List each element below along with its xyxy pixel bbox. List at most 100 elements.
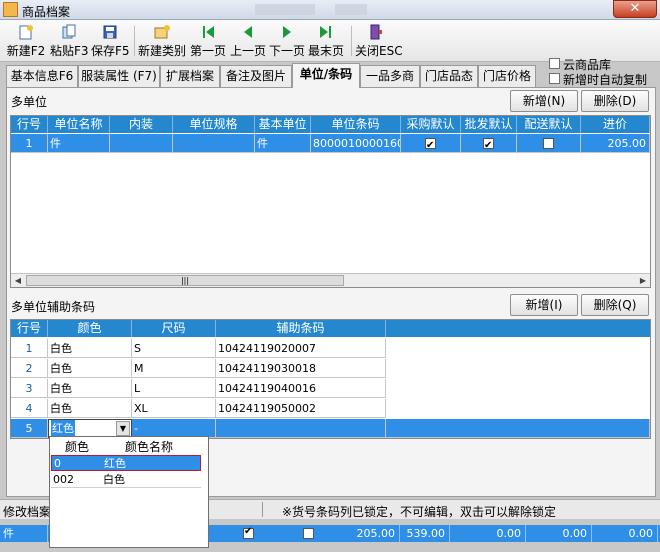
tab-apparel-attributes[interactable]: 服装属性 (F7) bbox=[78, 65, 160, 87]
aux-barcode-cell[interactable]: 10424119030018 bbox=[216, 359, 386, 378]
previous-page-icon bbox=[229, 24, 267, 42]
unit-name-cell[interactable]: 件 bbox=[48, 134, 110, 153]
background-row-checkbox-on[interactable] bbox=[243, 526, 254, 539]
tab-basic-info[interactable]: 基本信息F6 bbox=[6, 65, 78, 87]
delivery-default-cell bbox=[517, 134, 581, 153]
aux-barcode-grid: 行号 颜色 尺码 辅助条码 1 白色 S 10424119020007 2 白色… bbox=[10, 319, 651, 439]
chevron-down-icon[interactable]: ▼ bbox=[116, 421, 130, 436]
add-aux-barcode-button[interactable]: 新增(I) bbox=[510, 294, 578, 316]
color-combobox-value: 红色 bbox=[51, 420, 75, 437]
size-cell[interactable]: S bbox=[132, 339, 216, 358]
option-code: 0 bbox=[54, 457, 61, 470]
dropdown-option-red[interactable]: 0 红色 bbox=[51, 455, 201, 471]
tab-extended-archive[interactable]: 扩展档案 bbox=[160, 65, 220, 87]
aux-barcode-cell[interactable]: 10424119050002 bbox=[216, 399, 386, 418]
tab-strip: 基本信息F6 服装属性 (F7) 扩展档案 备注及图片 单位/条码 一品多商 门… bbox=[0, 63, 545, 88]
color-cell[interactable]: 白色 bbox=[48, 379, 132, 398]
first-page-button[interactable]: 第一页 bbox=[189, 24, 227, 60]
col-header-size[interactable]: 尺码 bbox=[132, 320, 216, 337]
table-row-number[interactable]: 1 bbox=[11, 134, 48, 153]
table-row-number[interactable]: 5 bbox=[11, 419, 48, 438]
next-page-icon bbox=[268, 24, 306, 42]
aux-barcode-cell[interactable]: 10424119040016 bbox=[216, 379, 386, 398]
scroll-thumb[interactable]: ||| bbox=[26, 275, 344, 286]
col-header-delivery-default[interactable]: 配送默认 bbox=[517, 116, 581, 133]
toolbar-separator bbox=[351, 26, 352, 56]
color-cell[interactable]: 白色 bbox=[48, 399, 132, 418]
save-button[interactable]: 保存F5 bbox=[91, 24, 130, 60]
dropdown-col-header-color: 颜色 bbox=[64, 440, 89, 454]
wholesale-default-checkbox[interactable] bbox=[483, 136, 494, 152]
aux-barcode-cell[interactable]: 10424119020007 bbox=[216, 339, 386, 358]
new-document-icon bbox=[6, 24, 46, 42]
col-header-cost[interactable]: 进价 bbox=[581, 116, 650, 133]
col-header-aux-barcode[interactable]: 辅助条码 bbox=[216, 320, 386, 337]
background-row-checkbox-off[interactable] bbox=[303, 528, 314, 539]
aux-barcode-cell[interactable] bbox=[216, 419, 386, 438]
delete-aux-barcode-button[interactable]: 删除(Q) bbox=[581, 294, 649, 316]
add-unit-button[interactable]: 新增(N) bbox=[510, 90, 578, 112]
new-category-button[interactable]: 新建类别 bbox=[138, 24, 186, 60]
option-name: 白色 bbox=[103, 473, 125, 486]
window-title: 商品档案 bbox=[22, 5, 71, 19]
last-page-button[interactable]: 最末页 bbox=[307, 24, 345, 60]
tab-multi-supplier[interactable]: 一品多商 bbox=[360, 65, 420, 87]
col-header-unit-name[interactable]: 单位名称 bbox=[48, 116, 110, 133]
close-esc-button[interactable]: 关闭ESC bbox=[355, 24, 403, 60]
price-cell: 0.00 bbox=[592, 525, 658, 542]
col-header-unit-barcode[interactable]: 单位条码 bbox=[311, 116, 401, 133]
next-page-button[interactable]: 下一页 bbox=[268, 24, 306, 60]
col-header-wholesale-default[interactable]: 批发默认 bbox=[461, 116, 517, 133]
scroll-left-icon[interactable]: ◀ bbox=[11, 274, 25, 288]
toolbar: 新建F2 粘贴F3 保存F5 新建类别 第一页 上一页 下一页 最末页 关闭ES… bbox=[0, 20, 660, 62]
color-cell[interactable]: 白色 bbox=[48, 359, 132, 378]
auto-copy-label: 新增时自动复制 bbox=[563, 73, 648, 87]
cloud-library-checkbox[interactable] bbox=[549, 58, 560, 69]
last-page-icon bbox=[307, 24, 345, 42]
col-header-row-no[interactable]: 行号 bbox=[11, 320, 48, 337]
table-row-number[interactable]: 3 bbox=[11, 379, 48, 398]
unit-barcode-cell[interactable]: 8000010000160 bbox=[311, 134, 401, 153]
save-disk-icon bbox=[91, 24, 129, 42]
close-window-button[interactable]: ✕ bbox=[613, 0, 657, 18]
previous-page-button[interactable]: 上一页 bbox=[229, 24, 267, 60]
price-cell: 0.00 bbox=[526, 525, 592, 542]
table-row-number[interactable]: 2 bbox=[11, 359, 48, 378]
new-button[interactable]: 新建F2 bbox=[6, 24, 46, 60]
tab-store-status[interactable]: 门店品态 bbox=[420, 65, 478, 87]
base-unit-cell[interactable]: 件 bbox=[255, 134, 311, 153]
delivery-default-checkbox[interactable] bbox=[543, 138, 554, 149]
first-page-icon bbox=[189, 24, 227, 42]
cost-cell[interactable]: 205.00 bbox=[581, 134, 650, 153]
paste-button[interactable]: 粘贴F3 bbox=[50, 24, 89, 60]
size-cell[interactable]: XL bbox=[132, 399, 216, 418]
dropdown-option-white[interactable]: 002 白色 bbox=[51, 472, 201, 488]
multi-unit-horizontal-scrollbar[interactable]: ◀ ||| ▶ bbox=[11, 273, 650, 287]
col-header-base-unit[interactable]: 基本单位 bbox=[255, 116, 311, 133]
col-header-color[interactable]: 颜色 bbox=[48, 320, 132, 337]
col-header-purchase-default[interactable]: 采购默认 bbox=[401, 116, 461, 133]
exit-door-icon bbox=[355, 24, 397, 42]
auto-copy-checkbox[interactable] bbox=[549, 73, 560, 84]
col-header-row-no[interactable]: 行号 bbox=[11, 116, 48, 133]
table-row-number[interactable]: 1 bbox=[11, 339, 48, 358]
tab-store-price[interactable]: 门店价格 bbox=[478, 65, 536, 87]
scroll-right-icon[interactable]: ▶ bbox=[636, 274, 650, 288]
color-cell[interactable]: 白色 bbox=[48, 339, 132, 358]
col-header-inner-qty[interactable]: 内装 bbox=[110, 116, 173, 133]
table-row-number[interactable]: 4 bbox=[11, 399, 48, 418]
col-header-unit-spec[interactable]: 单位规格 bbox=[173, 116, 255, 133]
status-lock-message: ※货号条码列已锁定，不可编辑，双击可以解除锁定 bbox=[282, 505, 557, 519]
tab-notes-images[interactable]: 备注及图片 bbox=[220, 65, 292, 87]
size-cell[interactable]: M bbox=[132, 359, 216, 378]
app-icon bbox=[3, 2, 18, 17]
title-bar: 商品档案 ✕ bbox=[0, 0, 660, 20]
delete-unit-button[interactable]: 删除(D) bbox=[581, 90, 649, 112]
unit-spec-cell[interactable] bbox=[173, 134, 255, 153]
tab-unit-barcode[interactable]: 单位/条码 bbox=[292, 63, 360, 88]
purchase-default-checkbox[interactable] bbox=[425, 136, 436, 152]
size-cell[interactable]: L bbox=[132, 379, 216, 398]
price-cell: 0.00 bbox=[450, 525, 526, 542]
inner-qty-cell[interactable] bbox=[110, 134, 173, 153]
new-category-icon bbox=[138, 24, 186, 42]
